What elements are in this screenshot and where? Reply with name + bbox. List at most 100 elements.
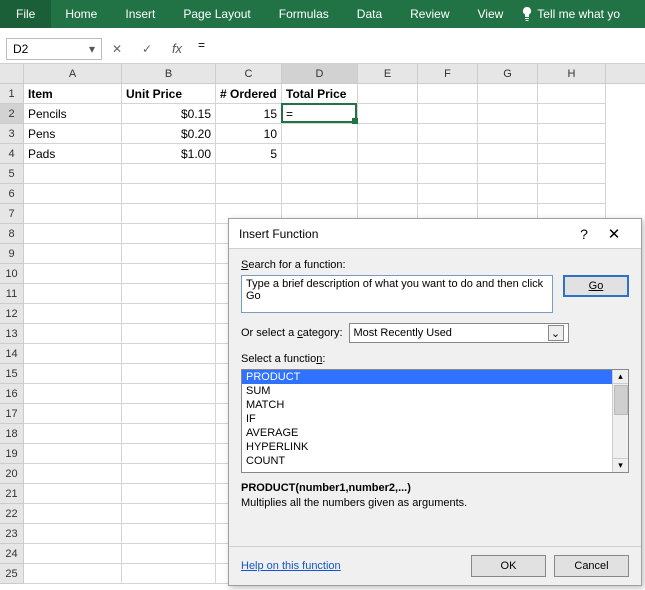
tab-file[interactable]: File [0, 0, 51, 28]
function-item-sum[interactable]: SUM [242, 384, 612, 398]
cell-B5[interactable] [122, 164, 216, 184]
row-header-19[interactable]: 19 [0, 444, 24, 464]
cell-G5[interactable] [478, 164, 538, 184]
name-box[interactable]: D2 ▾ [6, 38, 102, 60]
formula-input[interactable]: = [192, 38, 645, 60]
cell-C2[interactable]: 15 [216, 104, 282, 124]
row-header-12[interactable]: 12 [0, 304, 24, 324]
category-select[interactable]: Most Recently Used ⌄ [349, 323, 569, 343]
tab-insert[interactable]: Insert [111, 0, 169, 28]
column-header-b[interactable]: B [122, 64, 216, 83]
dialog-close-button[interactable]: ✕ [597, 225, 631, 243]
cell-F6[interactable] [418, 184, 478, 204]
cell-E5[interactable] [358, 164, 418, 184]
cell-A23[interactable] [24, 524, 122, 544]
help-link[interactable]: Help on this function [241, 560, 341, 572]
row-header-25[interactable]: 25 [0, 564, 24, 584]
dialog-help-button[interactable]: ? [571, 226, 597, 242]
cell-E4[interactable] [358, 144, 418, 164]
cell-A5[interactable] [24, 164, 122, 184]
scroll-down-icon[interactable]: ▾ [613, 458, 628, 472]
row-header-2[interactable]: 2 [0, 104, 24, 124]
cell-D6[interactable] [282, 184, 358, 204]
function-list[interactable]: PRODUCTSUMMATCHIFAVERAGEHYPERLINKCOUNT ▴… [241, 369, 629, 473]
cell-B9[interactable] [122, 244, 216, 264]
cell-B6[interactable] [122, 184, 216, 204]
function-item-average[interactable]: AVERAGE [242, 426, 612, 440]
cell-D2[interactable]: = [282, 104, 358, 124]
tell-me[interactable]: Tell me what yo [521, 7, 620, 21]
cell-G2[interactable] [478, 104, 538, 124]
row-header-7[interactable]: 7 [0, 204, 24, 224]
row-header-13[interactable]: 13 [0, 324, 24, 344]
cell-A21[interactable] [24, 484, 122, 504]
cell-B8[interactable] [122, 224, 216, 244]
cell-F5[interactable] [418, 164, 478, 184]
cell-B2[interactable]: $0.15 [122, 104, 216, 124]
cell-D3[interactable] [282, 124, 358, 144]
cell-G3[interactable] [478, 124, 538, 144]
cell-A16[interactable] [24, 384, 122, 404]
cell-A17[interactable] [24, 404, 122, 424]
row-header-15[interactable]: 15 [0, 364, 24, 384]
cell-A11[interactable] [24, 284, 122, 304]
cell-H1[interactable] [538, 84, 606, 104]
cell-A13[interactable] [24, 324, 122, 344]
cell-H5[interactable] [538, 164, 606, 184]
function-item-match[interactable]: MATCH [242, 398, 612, 412]
cell-F3[interactable] [418, 124, 478, 144]
cell-H3[interactable] [538, 124, 606, 144]
scroll-thumb[interactable] [614, 385, 628, 415]
column-header-f[interactable]: F [418, 64, 478, 83]
row-header-10[interactable]: 10 [0, 264, 24, 284]
cell-D5[interactable] [282, 164, 358, 184]
row-header-6[interactable]: 6 [0, 184, 24, 204]
cell-A12[interactable] [24, 304, 122, 324]
cell-D4[interactable] [282, 144, 358, 164]
go-button[interactable]: Go [563, 275, 629, 297]
cell-C4[interactable]: 5 [216, 144, 282, 164]
function-item-if[interactable]: IF [242, 412, 612, 426]
cell-B12[interactable] [122, 304, 216, 324]
cell-B11[interactable] [122, 284, 216, 304]
scroll-up-icon[interactable]: ▴ [613, 370, 628, 384]
function-item-product[interactable]: PRODUCT [242, 370, 612, 384]
cell-A24[interactable] [24, 544, 122, 564]
cell-G6[interactable] [478, 184, 538, 204]
cell-B4[interactable]: $1.00 [122, 144, 216, 164]
cell-A20[interactable] [24, 464, 122, 484]
cell-A8[interactable] [24, 224, 122, 244]
accept-formula-button[interactable]: ✓ [132, 38, 162, 60]
row-header-18[interactable]: 18 [0, 424, 24, 444]
cell-B21[interactable] [122, 484, 216, 504]
search-input[interactable]: Type a brief description of what you wan… [241, 275, 553, 313]
row-header-21[interactable]: 21 [0, 484, 24, 504]
tab-view[interactable]: View [464, 0, 518, 28]
row-header-1[interactable]: 1 [0, 84, 24, 104]
cell-B15[interactable] [122, 364, 216, 384]
cell-H6[interactable] [538, 184, 606, 204]
cell-C5[interactable] [216, 164, 282, 184]
cell-B25[interactable] [122, 564, 216, 584]
tab-pagelayout[interactable]: Page Layout [169, 0, 264, 28]
cell-A6[interactable] [24, 184, 122, 204]
cell-C3[interactable]: 10 [216, 124, 282, 144]
column-header-g[interactable]: G [478, 64, 538, 83]
cell-G4[interactable] [478, 144, 538, 164]
cell-B24[interactable] [122, 544, 216, 564]
cell-A2[interactable]: Pencils [24, 104, 122, 124]
cell-B17[interactable] [122, 404, 216, 424]
cell-B1[interactable]: Unit Price [122, 84, 216, 104]
cell-F1[interactable] [418, 84, 478, 104]
cancel-formula-button[interactable]: ✕ [102, 38, 132, 60]
cell-B16[interactable] [122, 384, 216, 404]
cell-B3[interactable]: $0.20 [122, 124, 216, 144]
cell-C6[interactable] [216, 184, 282, 204]
row-header-20[interactable]: 20 [0, 464, 24, 484]
cell-B23[interactable] [122, 524, 216, 544]
function-item-count[interactable]: COUNT [242, 454, 612, 468]
dialog-titlebar[interactable]: Insert Function ? ✕ [229, 219, 641, 249]
scrollbar[interactable]: ▴ ▾ [612, 370, 628, 472]
cell-A9[interactable] [24, 244, 122, 264]
cell-B13[interactable] [122, 324, 216, 344]
